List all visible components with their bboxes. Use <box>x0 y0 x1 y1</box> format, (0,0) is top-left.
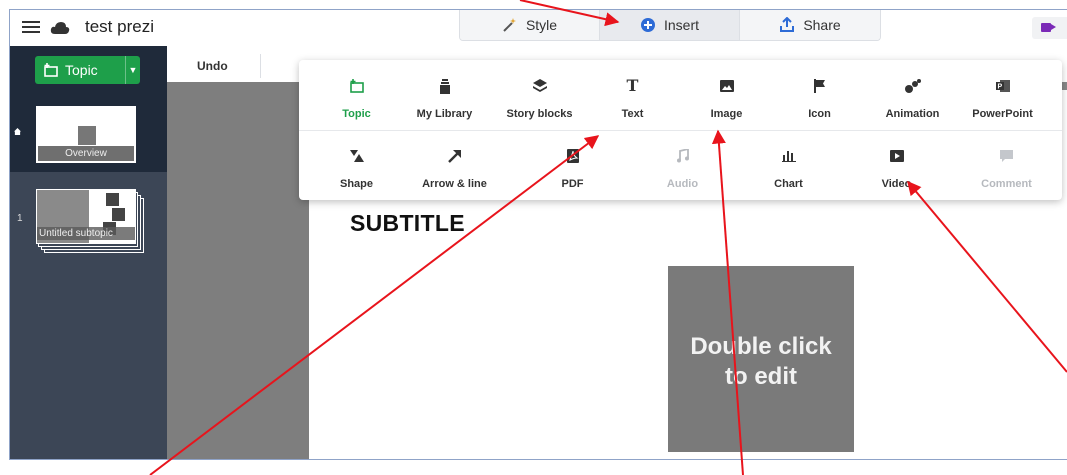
tab-share[interactable]: Share <box>740 10 880 40</box>
insert-powerpoint-button[interactable]: P PowerPoint <box>955 60 1050 130</box>
sidebar-header: Topic ▼ <box>10 46 167 96</box>
insert-animation-button[interactable]: Animation <box>865 60 960 130</box>
insert-powerpoint-label: PowerPoint <box>972 108 1033 120</box>
slide-thumbnail-stack[interactable]: Untitled subtopic <box>36 189 148 254</box>
insert-shape-label: Shape <box>339 178 373 190</box>
powerpoint-icon: P <box>995 80 1010 92</box>
insert-comment-label: Comment <box>981 178 1032 190</box>
insert-comment-button[interactable]: Comment <box>959 130 1054 200</box>
topic-icon <box>349 79 364 93</box>
tab-style[interactable]: Style <box>460 10 600 40</box>
insert-arrow-line-label: Arrow & line <box>422 178 487 190</box>
insert-my-library-button[interactable]: My Library <box>397 60 492 130</box>
story-blocks-icon <box>532 79 547 92</box>
topic-icon <box>44 63 58 77</box>
video-camera-icon <box>1041 23 1056 32</box>
chart-icon <box>781 151 796 162</box>
arrow-line-icon <box>447 150 461 163</box>
overview-thumbnail[interactable]: Overview <box>36 106 136 163</box>
placeholder-text: Double click to edit <box>668 332 854 392</box>
insert-story-blocks-label: Story blocks <box>506 108 573 120</box>
library-icon <box>439 78 450 94</box>
overview-label: Overview <box>38 146 134 161</box>
shape-icon <box>349 150 364 162</box>
insert-icon-label: Icon <box>808 108 831 120</box>
mode-tabs: Style Insert Share <box>459 10 881 41</box>
insert-pdf-label: PDF <box>561 178 584 190</box>
share-upload-icon <box>780 17 795 32</box>
insert-panel: Topic My Library Story blocks T Text Ima… <box>299 60 1062 200</box>
tab-share-label: Share <box>803 17 841 33</box>
hamburger-menu-icon[interactable] <box>22 18 40 36</box>
chevron-down-icon[interactable]: ▼ <box>126 65 140 75</box>
sidebar: Topic ▼ Overview 1 Untitled subtopic <box>10 46 167 459</box>
top-bar: test prezi Style Insert Share <box>10 10 1067 47</box>
pdf-icon <box>566 149 579 163</box>
svg-text:P: P <box>997 84 1002 91</box>
insert-video-button[interactable]: Video <box>849 130 944 200</box>
insert-topic-label: Topic <box>342 108 371 120</box>
tab-style-label: Style <box>525 17 558 33</box>
insert-text-button[interactable]: T Text <box>585 60 680 130</box>
text-icon: T <box>626 76 639 95</box>
document-title[interactable]: test prezi <box>85 17 154 37</box>
home-icon <box>14 128 21 135</box>
placeholder-box[interactable]: Double click to edit <box>668 266 854 452</box>
overview-row[interactable]: Overview <box>10 96 167 172</box>
tab-insert-label: Insert <box>663 17 699 33</box>
insert-audio-label: Audio <box>666 178 699 190</box>
video-call-button[interactable] <box>1032 17 1067 39</box>
canvas-background <box>167 82 309 459</box>
slide-subtitle[interactable]: SUBTITLE <box>350 210 465 237</box>
toolbar-divider <box>260 54 261 78</box>
comment-icon <box>1000 149 1013 162</box>
placeholder-line-2: to edit <box>725 363 797 390</box>
insert-chart-label: Chart <box>774 178 803 190</box>
insert-animation-label: Animation <box>885 108 940 120</box>
insert-row-2: Shape Arrow & line PDF Audio Chart Video <box>299 130 1062 200</box>
add-topic-label: Topic <box>65 62 98 78</box>
cloud-icon[interactable] <box>50 21 70 35</box>
insert-story-blocks-button[interactable]: Story blocks <box>492 60 587 130</box>
undo-button[interactable]: Undo <box>197 59 228 73</box>
insert-image-button[interactable]: Image <box>679 60 774 130</box>
insert-image-label: Image <box>710 108 743 120</box>
magic-wand-icon <box>503 18 516 32</box>
add-topic-button[interactable]: Topic ▼ <box>35 56 140 84</box>
audio-icon <box>676 149 689 163</box>
image-icon <box>719 80 734 92</box>
insert-icon-button[interactable]: Icon <box>772 60 867 130</box>
insert-my-library-label: My Library <box>416 108 473 120</box>
tab-insert[interactable]: Insert <box>600 10 740 40</box>
insert-chart-button[interactable]: Chart <box>741 130 836 200</box>
insert-row-1: Topic My Library Story blocks T Text Ima… <box>299 60 1062 131</box>
insert-audio-button[interactable]: Audio <box>635 130 730 200</box>
slide-label: Untitled subtopic <box>37 227 135 240</box>
flag-icon <box>813 79 825 93</box>
animation-icon <box>904 79 921 93</box>
video-icon <box>889 150 904 162</box>
insert-topic-button[interactable]: Topic <box>309 60 404 130</box>
insert-pdf-button[interactable]: PDF <box>525 130 620 200</box>
insert-shape-button[interactable]: Shape <box>309 130 404 200</box>
app-window: test prezi Style Insert Share Topic ▼ Ov… <box>9 9 1067 460</box>
insert-video-label: Video <box>881 178 912 190</box>
slide-number: 1 <box>17 213 23 224</box>
plus-circle-icon <box>640 18 655 32</box>
insert-arrow-line-button[interactable]: Arrow & line <box>407 130 502 200</box>
placeholder-line-1: Double click <box>690 333 832 360</box>
insert-text-label: Text <box>621 108 644 120</box>
